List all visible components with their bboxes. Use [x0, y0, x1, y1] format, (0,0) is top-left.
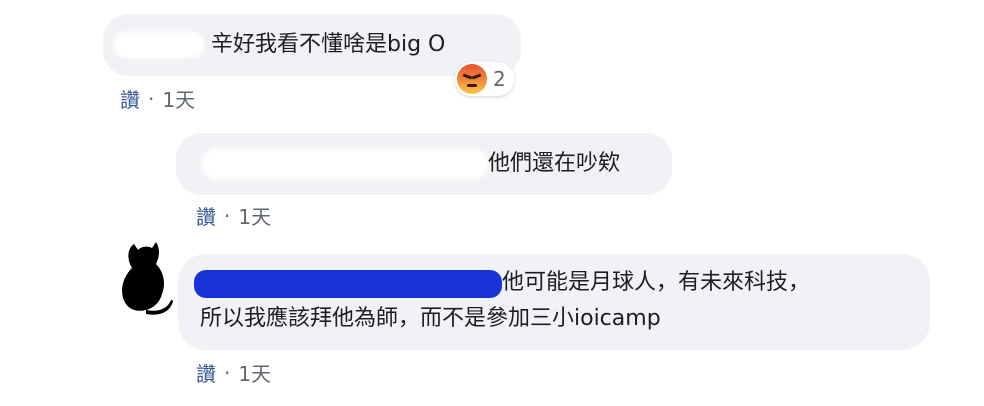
separator-dot: ·	[224, 360, 231, 385]
redacted-author-name	[113, 32, 205, 58]
reaction-count: 2	[493, 67, 506, 91]
like-button[interactable]: 讚	[120, 84, 140, 113]
comment-actions-2: 讚 · 1天	[196, 201, 271, 230]
reaction-summary[interactable]: 2	[455, 62, 514, 96]
like-button[interactable]: 讚	[196, 358, 216, 387]
separator-dot: ·	[224, 203, 231, 228]
separator-dot: ·	[148, 86, 155, 111]
comment-text: 辛好我看不懂啥是big O	[211, 32, 446, 57]
comment-timestamp[interactable]: 1天	[238, 358, 271, 387]
comment-timestamp[interactable]: 1天	[162, 84, 195, 113]
comment-bubble-3: 他可能是月球人，有未來科技， 所以我應該拜他為師，而不是參加三小ioicamp	[178, 254, 930, 350]
redacted-author-name	[202, 149, 488, 179]
comment-text-line-2: 所以我應該拜他為師，而不是參加三小ioicamp	[200, 306, 661, 331]
comment-timestamp[interactable]: 1天	[238, 201, 271, 230]
like-button[interactable]: 讚	[196, 201, 216, 230]
comment-bubble-2: 他們還在吵欸	[176, 133, 672, 195]
angry-reaction-icon	[457, 64, 487, 94]
comment-actions-3: 讚 · 1天	[196, 358, 271, 387]
comment-actions-1: 讚 · 1天	[120, 84, 195, 113]
redacted-author-name	[194, 270, 502, 298]
comment-text: 他們還在吵欸	[488, 151, 621, 176]
comment-text-line-1: 他可能是月球人，有未來科技，	[502, 270, 811, 295]
cat-silhouette-avatar[interactable]	[112, 240, 176, 316]
